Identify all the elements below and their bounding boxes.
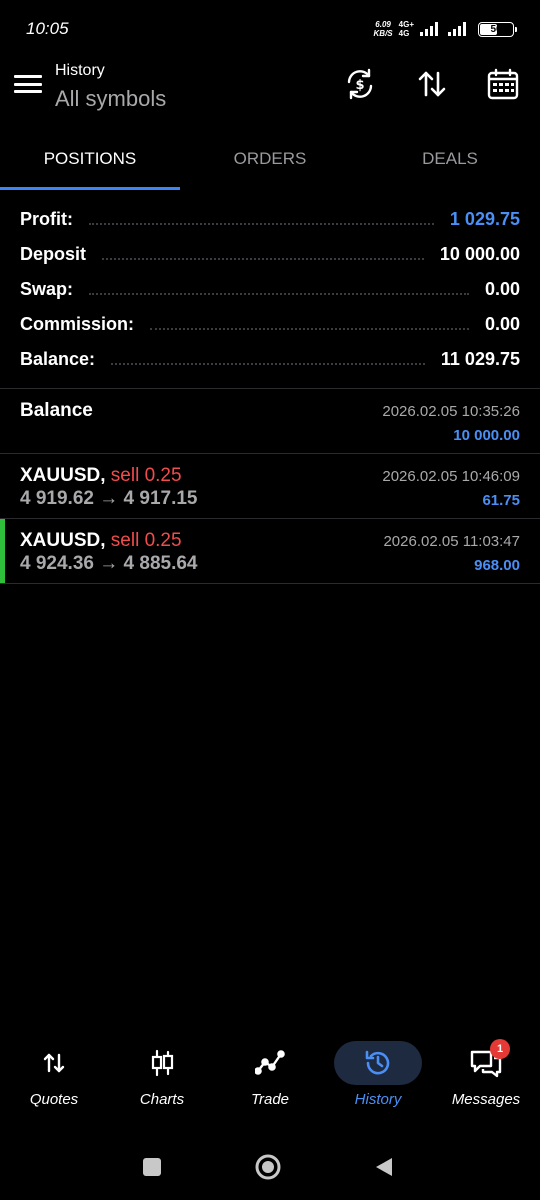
quotes-arrows-icon: [10, 1041, 98, 1085]
entry-symbol: XAUUSD,: [20, 530, 106, 551]
balance-label: Balance:: [20, 349, 96, 369]
network-type: 4G+ 4G: [399, 20, 414, 38]
list-item[interactable]: Balance 2026.02.05 10:35:26 10 000.00: [0, 389, 540, 454]
candlestick-icon: [118, 1041, 206, 1085]
network-speed-unit: KB/S: [373, 29, 393, 38]
app-header: History All symbols $: [0, 60, 540, 120]
entry-type: sell 0.25: [110, 530, 182, 551]
network-speed: 6.09 KB/S: [374, 20, 393, 38]
sort-icon[interactable]: [414, 66, 450, 102]
deposit-value: 10 000.00: [439, 244, 520, 264]
entry-title: XAUUSD, sell 0.25: [20, 530, 182, 552]
entry-amount: 10 000.00: [453, 427, 520, 444]
dotted-leader: [150, 327, 469, 330]
battery-icon: 56: [478, 21, 517, 37]
tab-orders[interactable]: ORDERS: [180, 128, 360, 190]
history-clock-icon: [334, 1041, 422, 1085]
summary-row-balance: Balance: 11 029.75: [20, 342, 520, 377]
list-item[interactable]: XAUUSD, sell 0.25 4 924.36 → 4 885.64 20…: [0, 519, 540, 584]
tab-bar: POSITIONS ORDERS DEALS: [0, 128, 540, 190]
tab-positions[interactable]: POSITIONS: [0, 128, 180, 190]
bottom-navigation: Quotes Charts Trade History 1 Messages: [0, 1035, 540, 1125]
summary-row-profit: Profit: 1 029.75: [20, 202, 520, 237]
symbol-filter[interactable]: All symbols: [55, 86, 166, 112]
trend-line-icon: [226, 1041, 314, 1085]
entry-time: 2026.02.05 11:03:47: [383, 533, 520, 550]
entry-title: Balance: [20, 400, 93, 421]
system-navigation-bar: [0, 1140, 540, 1194]
signal-strength-icon: [420, 22, 438, 36]
entry-type: sell 0.25: [110, 465, 182, 486]
deposit-label: Deposit: [20, 244, 87, 264]
list-item[interactable]: XAUUSD, sell 0.25 4 919.62 → 4 917.15 20…: [0, 454, 540, 519]
arrow-right-icon: →: [99, 488, 119, 509]
entry-time: 2026.02.05 10:46:09: [382, 468, 520, 485]
status-time: 10:05: [26, 19, 69, 38]
arrow-right-icon: →: [99, 553, 119, 574]
back-button[interactable]: [369, 1152, 399, 1182]
calendar-icon[interactable]: [485, 66, 521, 102]
status-indicators: 6.09 KB/S 4G+ 4G 56: [374, 20, 517, 38]
chat-bubbles-icon: 1: [442, 1039, 530, 1085]
page-title: History: [55, 62, 105, 79]
network-sub-label: 4G: [398, 29, 410, 38]
entry-open-price: 4 924.36: [20, 553, 94, 574]
menu-icon[interactable]: [14, 72, 42, 96]
entry-prices: 4 924.36 → 4 885.64: [20, 553, 198, 575]
nav-trade[interactable]: Trade: [216, 1035, 324, 1125]
summary-row-swap: Swap: 0.00: [20, 272, 520, 307]
currency-exchange-icon[interactable]: $: [342, 66, 378, 102]
nav-quotes[interactable]: Quotes: [0, 1035, 108, 1125]
nav-charts[interactable]: Charts: [108, 1035, 216, 1125]
dotted-leader: [89, 222, 434, 225]
commission-label: Commission:: [20, 314, 135, 334]
home-button[interactable]: [253, 1152, 283, 1182]
entry-amount: 61.75: [482, 492, 520, 509]
nav-messages-label: Messages: [451, 1091, 521, 1108]
entry-prices: 4 919.62 → 4 917.15: [20, 488, 198, 510]
entry-close-price: 4 885.64: [123, 553, 198, 574]
nav-quotes-label: Quotes: [29, 1091, 79, 1108]
entry-time: 2026.02.05 10:35:26: [382, 403, 520, 420]
account-summary: Profit: 1 029.75 Deposit 10 000.00 Swap:…: [20, 202, 520, 377]
dotted-leader: [89, 292, 469, 295]
entry-title: XAUUSD, sell 0.25: [20, 465, 182, 487]
status-bar: 10:05 6.09 KB/S 4G+ 4G 56: [0, 0, 540, 60]
entry-close-price: 4 917.15: [123, 488, 198, 509]
history-list: Balance 2026.02.05 10:35:26 10 000.00 XA…: [0, 388, 540, 584]
battery-level: 56: [490, 23, 502, 35]
entry-amount: 968.00: [474, 557, 520, 574]
dotted-leader: [102, 257, 424, 260]
nav-messages[interactable]: 1 Messages: [432, 1035, 540, 1125]
nav-trade-label: Trade: [250, 1091, 290, 1108]
summary-row-commission: Commission: 0.00: [20, 307, 520, 342]
profit-value: 1 029.75: [449, 209, 520, 229]
recent-apps-button[interactable]: [137, 1152, 167, 1182]
balance-value: 11 029.75: [440, 349, 520, 369]
dotted-leader: [111, 362, 425, 365]
nav-history-label: History: [354, 1091, 402, 1108]
network-type-label: 4G+: [398, 20, 414, 29]
messages-badge: 1: [490, 1039, 510, 1059]
entry-symbol: XAUUSD,: [20, 465, 106, 486]
network-speed-value: 6.09: [375, 20, 391, 29]
commission-value: 0.00: [484, 314, 520, 334]
swap-value: 0.00: [484, 279, 520, 299]
app-screen: 10:05 6.09 KB/S 4G+ 4G 56 History All sy…: [0, 0, 540, 1200]
summary-row-deposit: Deposit 10 000.00: [20, 237, 520, 272]
tab-deals[interactable]: DEALS: [360, 128, 540, 190]
swap-label: Swap:: [20, 279, 74, 299]
svg-text:$: $: [355, 78, 364, 93]
nav-charts-label: Charts: [139, 1091, 185, 1108]
signal-strength-2-icon: [448, 22, 466, 36]
nav-history[interactable]: History: [324, 1035, 432, 1125]
entry-open-price: 4 919.62: [20, 488, 94, 509]
profit-label: Profit:: [20, 209, 73, 229]
